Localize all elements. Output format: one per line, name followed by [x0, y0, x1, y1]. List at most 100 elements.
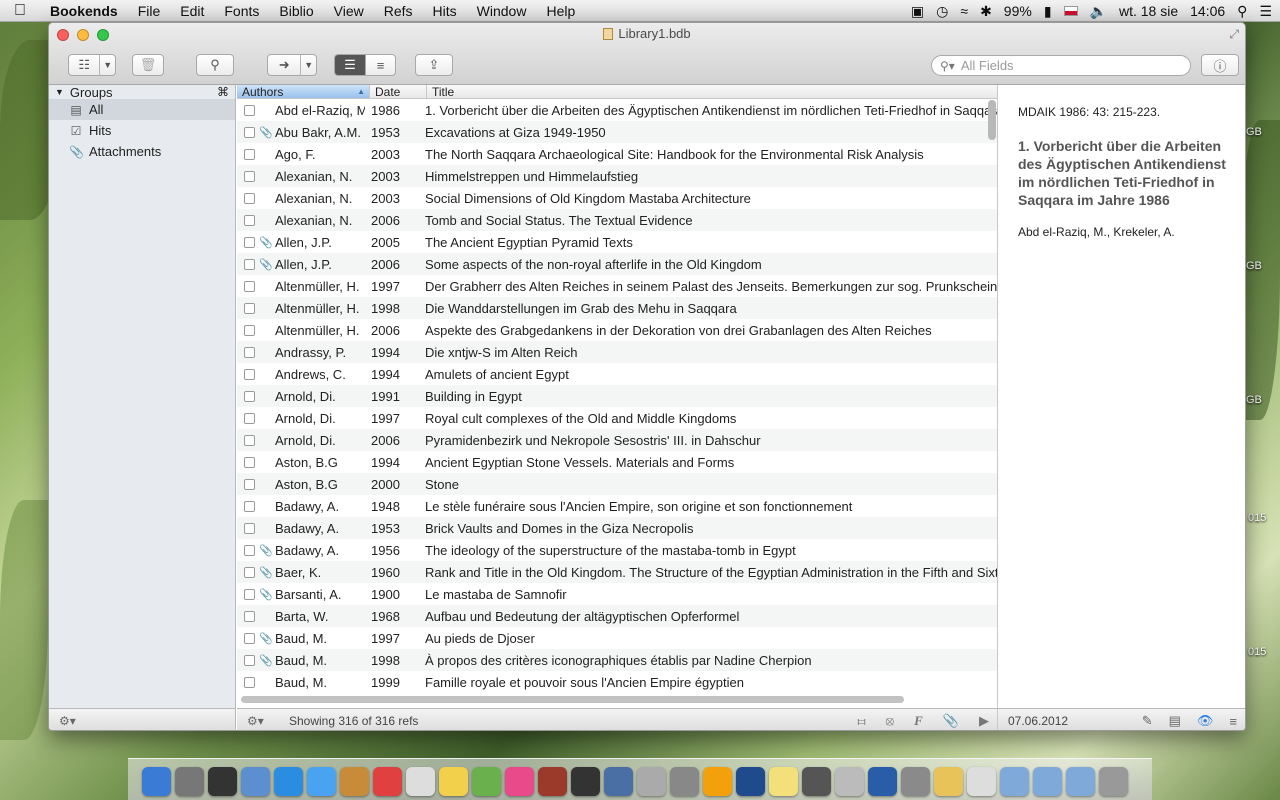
spotlight-search-icon[interactable]: ⚲	[1237, 3, 1247, 20]
photos-icon[interactable]	[472, 767, 501, 796]
table-row[interactable]: Andrews, C. 1994 Amulets of ancient Egypt	[237, 363, 997, 385]
row-checkbox[interactable]	[244, 412, 255, 424]
network-icon[interactable]	[868, 767, 897, 796]
row-checkbox[interactable]	[244, 500, 255, 512]
row-checkbox[interactable]	[244, 280, 255, 292]
row-checkbox[interactable]	[244, 676, 255, 688]
table-row[interactable]: Alexanian, N. 2003 Social Dimensions of Ol…	[237, 187, 997, 209]
row-checkbox[interactable]	[244, 170, 255, 182]
table-row[interactable]: Aston, B.G 2000 Stone	[237, 473, 997, 495]
vertical-scrollbar[interactable]	[988, 100, 996, 140]
trash-icon[interactable]	[1099, 767, 1128, 796]
row-checkbox[interactable]	[244, 610, 255, 622]
table-row[interactable]: Andrassy, P. 1994 Die xntjw-S im Alten Rei…	[237, 341, 997, 363]
contacts-icon[interactable]	[340, 767, 369, 796]
row-checkbox[interactable]	[244, 654, 255, 666]
disclosure-triangle-icon[interactable]: ▼	[55, 87, 64, 97]
new-reference-icon[interactable]: ☷	[69, 55, 99, 75]
menu-refs[interactable]: Refs	[374, 3, 423, 19]
table-row[interactable]: Abd el-Raziq, M. 1986 1. Vorbericht über d…	[237, 99, 997, 121]
play-icon[interactable]: ▶	[979, 713, 989, 729]
row-checkbox[interactable]	[244, 302, 255, 314]
menu-window[interactable]: Window	[467, 3, 537, 19]
table-row[interactable]: Aston, B.G 1994 Ancient Egyptian Stone Ves…	[237, 451, 997, 473]
row-checkbox[interactable]	[244, 390, 255, 402]
preview-app-icon[interactable]	[241, 767, 270, 796]
table-row[interactable]: 📎 Barsanti, A. 1900 Le mastaba de Samnofir	[237, 583, 997, 605]
launchpad-icon[interactable]	[175, 767, 204, 796]
table-row[interactable]: Arnold, Di. 1997 Royal cult complexes of t…	[237, 407, 997, 429]
battery-icon[interactable]: ▮	[1044, 3, 1052, 20]
row-checkbox[interactable]	[244, 456, 255, 468]
menu-help[interactable]: Help	[536, 3, 585, 19]
downloads-folder-icon[interactable]	[1066, 767, 1095, 796]
search-field[interactable]: ⚲▾ All Fields	[931, 55, 1191, 76]
column-header-title[interactable]: Title	[427, 85, 997, 99]
menu-hits[interactable]: Hits	[423, 3, 467, 19]
menu-app-name[interactable]: Bookends	[40, 3, 128, 19]
row-checkbox[interactable]	[244, 346, 255, 358]
column-header-authors[interactable]: Authors ▲	[237, 85, 370, 99]
table-row[interactable]: Arnold, Di. 1991 Building in Egypt	[237, 385, 997, 407]
row-checkbox[interactable]	[244, 192, 255, 204]
table-row[interactable]: 📎 Allen, J.P. 2005 The Ancient Egyptian Pyr…	[237, 231, 997, 253]
row-checkbox[interactable]	[244, 434, 255, 446]
table-row[interactable]: 📎 Badawy, A. 1956 The ideology of the super…	[237, 539, 997, 561]
view-mode-segmented[interactable]: ☰ ≡	[334, 54, 396, 76]
menu-biblio[interactable]: Biblio	[269, 3, 323, 19]
sidebar-item-hits[interactable]: ☑ Hits	[49, 120, 235, 141]
reminders-icon[interactable]	[406, 767, 435, 796]
itunes-icon[interactable]	[505, 767, 534, 796]
table-row[interactable]: 📎 Baud, M. 1997 Au pieds de Djoser	[237, 627, 997, 649]
table-row[interactable]: Alexanian, N. 2006 Tomb and Social Status.…	[237, 209, 997, 231]
menu-fonts[interactable]: Fonts	[214, 3, 269, 19]
table-row[interactable]: Altenmüller, H. 1998 Die Wanddarstellungen…	[237, 297, 997, 319]
bookends-icon[interactable]	[934, 767, 963, 796]
table-row[interactable]: 📎 Baud, M. 1998 À propos des critères icono…	[237, 649, 997, 671]
finder-icon[interactable]	[142, 767, 171, 796]
edit-icon[interactable]: ✎	[1142, 713, 1153, 729]
calendar-icon[interactable]	[373, 767, 402, 796]
row-checkbox[interactable]	[244, 126, 255, 138]
table-row[interactable]: Altenmüller, H. 1997 Der Grabherr des Alte…	[237, 275, 997, 297]
quicktime-icon[interactable]	[802, 767, 831, 796]
gear-icon[interactable]: ⚙▾	[247, 714, 277, 728]
list-icon[interactable]: ≡	[1229, 714, 1237, 729]
export-button[interactable]: ➜ ▼	[267, 54, 317, 76]
new-reference-button[interactable]: ☷ ▼	[68, 54, 116, 76]
wifi-icon[interactable]: ≈	[960, 3, 968, 19]
preview-icon[interactable]	[637, 767, 666, 796]
column-header-date[interactable]: Date	[370, 85, 427, 99]
eye-icon[interactable]: 👁	[1197, 713, 1214, 729]
horizontal-scrollbar[interactable]	[241, 696, 904, 703]
messages-icon[interactable]	[307, 767, 336, 796]
notes-icon[interactable]	[439, 767, 468, 796]
magnifier-icon[interactable]	[835, 767, 864, 796]
system-preferences-icon[interactable]	[901, 767, 930, 796]
table-row[interactable]: Arnold, Di. 2006 Pyramidenbezirk und Nekro…	[237, 429, 997, 451]
calculator-icon[interactable]	[670, 767, 699, 796]
apple-menu-icon[interactable]: 	[0, 2, 40, 20]
menu-view[interactable]: View	[324, 3, 374, 19]
row-checkbox[interactable]	[244, 544, 255, 556]
fullscreen-icon[interactable]: ⤢	[1229, 27, 1239, 42]
grapher-icon[interactable]	[604, 767, 633, 796]
table-row[interactable]: Alexanian, N. 2003 Himmelstreppen und Himm…	[237, 165, 997, 187]
row-checkbox[interactable]	[244, 522, 255, 534]
input-source-flag-icon[interactable]	[1063, 6, 1078, 16]
time-machine-icon[interactable]: ◷	[936, 3, 948, 20]
row-checkbox[interactable]	[244, 368, 255, 380]
row-checkbox[interactable]	[244, 588, 255, 600]
illustrator-icon[interactable]	[703, 767, 732, 796]
battery-percent[interactable]: 99%	[1004, 3, 1032, 19]
photoshop-icon[interactable]	[736, 767, 765, 796]
row-checkbox[interactable]	[244, 324, 255, 336]
chevron-down-icon[interactable]: ▼	[99, 55, 115, 75]
info-button[interactable]: ⓘ	[1201, 54, 1239, 76]
table-row[interactable]: Badawy, A. 1953 Brick Vaults and Domes in …	[237, 517, 997, 539]
sidebar-item-all[interactable]: ▤ All	[49, 99, 235, 120]
row-checkbox[interactable]	[244, 478, 255, 490]
stickies-icon[interactable]	[769, 767, 798, 796]
compass-icon[interactable]: ⦻	[886, 713, 895, 729]
export-icon[interactable]: ➜	[268, 55, 300, 75]
